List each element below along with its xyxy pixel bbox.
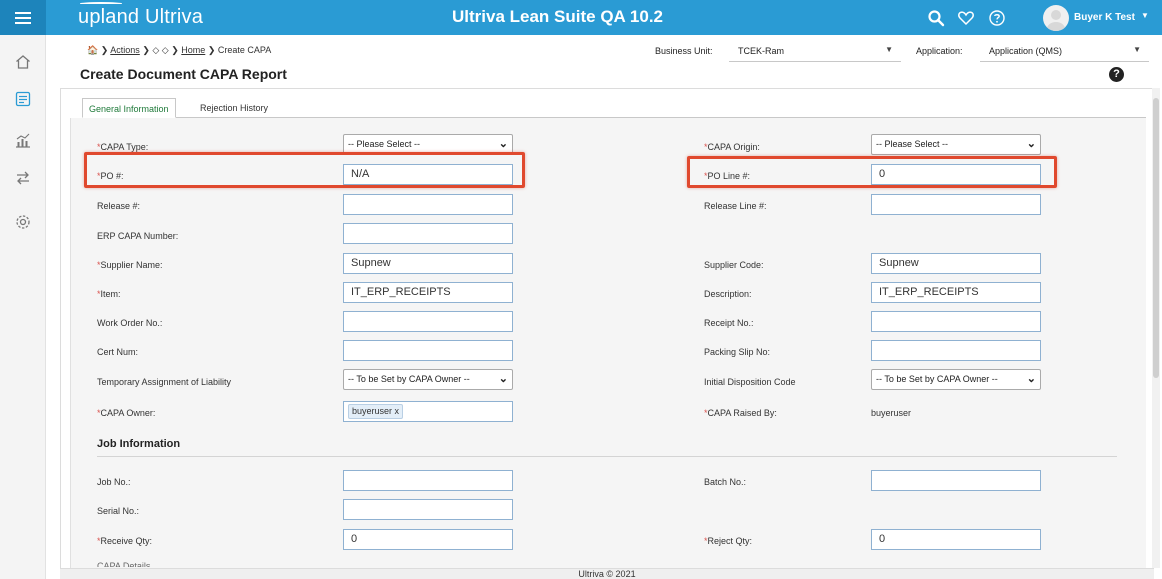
home-icon[interactable]: [14, 53, 32, 71]
release-line-label: Release Line #:: [704, 201, 767, 211]
serial-no-field[interactable]: [343, 499, 513, 520]
item-field[interactable]: IT_ERP_RECEIPTS: [343, 282, 513, 303]
tab-general-information[interactable]: General Information: [82, 98, 176, 118]
app-title: Ultriva Lean Suite QA 10.2: [452, 7, 663, 26]
breadcrumb-home-link[interactable]: Home: [181, 45, 205, 55]
tab-rejection-history[interactable]: Rejection History: [194, 98, 274, 118]
user-menu-chevron-down-icon[interactable]: ▼: [1141, 11, 1149, 20]
erp-capa-number-field[interactable]: [343, 223, 513, 244]
packing-slip-label: Packing Slip No:: [704, 347, 771, 357]
application-value: Application (QMS): [989, 46, 1063, 56]
description-field[interactable]: IT_ERP_RECEIPTS: [871, 282, 1041, 303]
work-order-field[interactable]: [343, 311, 513, 332]
temp-assignment-label: Temporary Assignment of Liability: [97, 377, 232, 387]
item-label: *Item:: [97, 289, 121, 299]
user-name[interactable]: Buyer K Test: [1074, 12, 1135, 23]
receive-qty-label: *Receive Qty:: [97, 536, 153, 546]
breadcrumb-separator-icon: ❯: [142, 45, 153, 55]
job-no-field[interactable]: [343, 470, 513, 491]
breadcrumb: 🏠 ❯ Actions ❯ ◇ ◇ ❯ Home ❯ Create CAPA: [87, 45, 271, 56]
avatar[interactable]: [1043, 5, 1069, 31]
release-line-field[interactable]: [871, 194, 1041, 215]
release-field[interactable]: [343, 194, 513, 215]
breadcrumb-forward-icon[interactable]: ◇: [162, 45, 169, 55]
cert-num-label: Cert Num:: [97, 347, 139, 357]
breadcrumb-current: Create CAPA: [217, 45, 272, 55]
erp-capa-number-label: ERP CAPA Number:: [97, 231, 179, 241]
section-divider: [97, 456, 1117, 457]
next-section-title: CAPA Details: [97, 561, 151, 567]
business-unit-select[interactable]: TCEK-Ram ▼: [729, 40, 901, 62]
capa-owner-field[interactable]: buyeruser x: [343, 401, 513, 422]
po-number-highlight: [84, 152, 525, 188]
breadcrumb-back-icon[interactable]: ◇: [152, 45, 159, 55]
business-unit-value: TCEK-Ram: [738, 46, 785, 56]
business-unit-label: Business Unit:: [655, 46, 713, 56]
help-icon[interactable]: ?: [1109, 67, 1124, 82]
sidebar: [0, 35, 46, 579]
receive-qty-field[interactable]: 0: [343, 529, 513, 550]
serial-no-label: Serial No.:: [97, 506, 140, 516]
chevron-down-icon: ▼: [885, 45, 893, 54]
breadcrumb-separator-icon: ❯: [207, 45, 218, 55]
initial-disposition-label: Initial Disposition Code: [704, 377, 796, 387]
supplier-name-label: *Supplier Name:: [97, 260, 163, 270]
breadcrumb-separator-icon: ❯: [100, 45, 111, 55]
chevron-down-icon: ⌄: [1026, 373, 1036, 385]
transfer-icon[interactable]: [14, 169, 32, 187]
heart-icon[interactable]: [957, 9, 975, 27]
breadcrumb-separator-icon: ❯: [171, 45, 182, 55]
scrollbar-thumb[interactable]: [1153, 98, 1159, 378]
packing-slip-field[interactable]: [871, 340, 1041, 361]
page-title: Create Document CAPA Report: [80, 66, 287, 82]
supplier-code-field[interactable]: Supnew: [871, 253, 1041, 274]
reject-qty-label: *Reject Qty:: [704, 536, 753, 546]
initial-disposition-select[interactable]: -- To be Set by CAPA Owner -- ⌄: [871, 369, 1041, 390]
cert-num-field[interactable]: [343, 340, 513, 361]
chevron-down-icon: ▼: [1133, 45, 1141, 54]
vertical-scrollbar[interactable]: [1152, 88, 1160, 568]
receipt-no-field[interactable]: [871, 311, 1041, 332]
release-label: Release #:: [97, 201, 141, 211]
work-order-label: Work Order No.:: [97, 318, 163, 328]
top-bar: upland Ultriva Ultriva Lean Suite QA 10.…: [0, 0, 1162, 35]
receipt-no-label: Receipt No.:: [704, 318, 754, 328]
search-icon[interactable]: [927, 9, 945, 27]
breadcrumb-actions-link[interactable]: Actions: [110, 45, 140, 55]
brand-swoosh: [80, 2, 122, 5]
footer: Ultriva © 2021: [60, 568, 1154, 579]
chevron-down-icon: ⌄: [498, 373, 508, 385]
capa-owner-label: *CAPA Owner:: [97, 408, 156, 418]
supplier-name-field[interactable]: Supnew: [343, 253, 513, 274]
capa-origin-label: *CAPA Origin:: [704, 142, 760, 152]
application-select[interactable]: Application (QMS) ▼: [980, 40, 1149, 62]
batch-no-label: Batch No.:: [704, 477, 747, 487]
capa-origin-select[interactable]: -- Please Select -- ⌄: [871, 134, 1041, 155]
help-circle-icon[interactable]: [988, 9, 1006, 27]
capa-raised-by-value: buyeruser: [871, 408, 912, 418]
application-label: Application:: [916, 46, 963, 56]
checklist-icon[interactable]: [14, 90, 32, 108]
hamburger-menu-icon[interactable]: [0, 0, 46, 35]
job-information-title: Job Information: [97, 438, 181, 450]
reject-qty-field[interactable]: 0: [871, 529, 1041, 550]
chevron-down-icon: ⌄: [1026, 138, 1036, 150]
batch-no-field[interactable]: [871, 470, 1041, 491]
job-no-label: Job No.:: [97, 477, 131, 487]
capa-owner-tag: buyeruser x: [348, 404, 404, 419]
remove-tag-icon[interactable]: x: [395, 406, 400, 416]
brand-logo[interactable]: upland Ultriva: [78, 6, 203, 29]
description-label: Description:: [704, 289, 752, 299]
capa-raised-by-label: *CAPA Raised By:: [704, 408, 777, 418]
settings-icon[interactable]: [14, 213, 32, 231]
temp-assignment-select[interactable]: -- To be Set by CAPA Owner -- ⌄: [343, 369, 513, 390]
po-line-highlight: [687, 156, 1057, 188]
chart-icon[interactable]: [14, 131, 32, 149]
supplier-code-label: Supplier Code:: [704, 260, 764, 270]
capa-type-label: *CAPA Type:: [97, 142, 149, 152]
breadcrumb-home-icon[interactable]: 🏠: [87, 45, 98, 55]
